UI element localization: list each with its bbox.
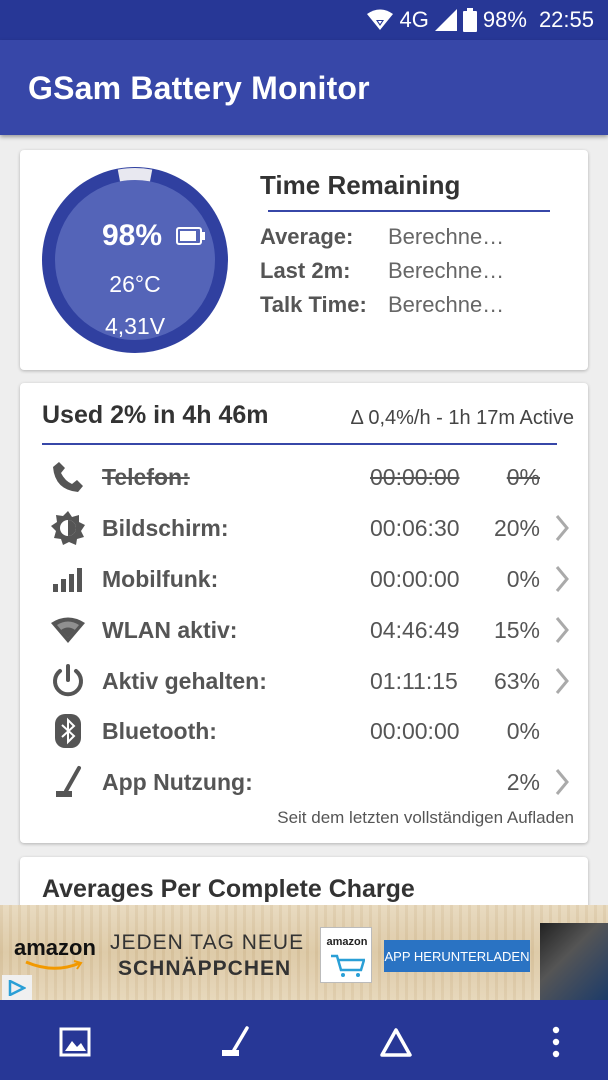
app-title: GSam Battery Monitor [28, 70, 370, 106]
time-remaining-last2m: Last 2m: Berechne… [260, 258, 504, 284]
row-percent: 0% [506, 718, 540, 744]
usage-row-bildschirm[interactable]: Bildschirm: 00:06:30 20% [20, 502, 588, 552]
row-name: App Nutzung: [102, 769, 253, 795]
usage-rate: Δ 0,4%/h - 1h 17m Active [350, 407, 574, 429]
title-divider [268, 210, 550, 212]
network-type: 4G [399, 7, 429, 32]
chevron-right-icon [554, 616, 570, 649]
bluetooth-icon [48, 713, 88, 749]
chevron-right-icon [554, 565, 570, 598]
battery-icon [176, 227, 206, 250]
chevron-right-icon [554, 768, 570, 801]
row-label: Last 2m: [260, 258, 351, 283]
usage-row-wlan[interactable]: WLAN aktiv: 04:46:49 15% [20, 604, 588, 654]
battery-card[interactable]: 98% 26°C 4,31V Time Remaining Average: Be… [20, 150, 588, 370]
wifi-status-icon [366, 8, 394, 32]
amazon-smile-icon [24, 959, 84, 977]
ad-brand-logo: amazon [14, 935, 96, 960]
row-time: 01:11:15 [370, 668, 458, 694]
triangle-icon[interactable] [376, 1022, 416, 1062]
time-remaining-talk-time: Talk Time: Berechne… [260, 292, 504, 318]
ad-product-image [540, 923, 608, 1000]
cell-signal-icon [434, 9, 457, 31]
row-value: Berechne… [388, 292, 505, 317]
screen-brightness-icon [48, 510, 88, 546]
row-percent: 20% [493, 515, 540, 541]
row-time: 00:00:00 [370, 566, 460, 592]
row-value: Berechne… [388, 224, 505, 249]
ad-app-icon: amazon [320, 927, 372, 983]
more-vert-icon[interactable] [536, 1022, 576, 1062]
battery-temperature: 26°C [109, 271, 161, 297]
row-name: Mobilfunk: [102, 566, 219, 592]
battery-percent: 98% [482, 7, 527, 32]
usage-card: Used 2% in 4h 46m Δ 0,4%/h - 1h 17m Acti… [20, 383, 588, 843]
row-time: 04:46:49 [370, 617, 460, 643]
time-remaining-average: Average: Berechne… [260, 224, 504, 250]
chevron-right-icon [554, 514, 570, 547]
usage-title: Used 2% in 4h 46m [42, 401, 269, 429]
app-usage-icon [48, 764, 88, 800]
row-name: Telefon: [102, 464, 190, 490]
ad-headline-1: JEDEN TAG NEUE [110, 931, 305, 954]
row-value: Berechne… [388, 258, 505, 283]
battery-gauge: 98% 26°C 4,31V [42, 167, 228, 353]
usage-footer-note: Seit dem letzten vollständigen Aufladen [277, 808, 574, 827]
ad-download-button[interactable]: APP HERUNTERLADEN [384, 940, 530, 972]
row-time: 00:06:30 [370, 515, 460, 541]
usage-row-app-nutzung[interactable]: App Nutzung: 2% [20, 756, 588, 806]
chevron-right-icon [554, 667, 570, 700]
status-bar: 4G 98% 22:55 [0, 0, 608, 40]
usage-row-mobilfunk[interactable]: Mobilfunk: 00:00:00 0% [20, 553, 588, 603]
ad-choices-icon[interactable] [2, 975, 32, 1000]
power-icon [48, 663, 88, 699]
bottom-nav [0, 1000, 608, 1080]
wifi-icon [48, 612, 88, 648]
row-time: 00:00:00 [370, 718, 460, 744]
app-usage-icon[interactable] [215, 1022, 255, 1062]
row-percent: 0% [506, 464, 540, 490]
signal-bars-icon [48, 561, 88, 597]
usage-row-aktiv-gehalten[interactable]: Aktiv gehalten: 01:11:15 63% [20, 655, 588, 705]
row-percent: 2% [506, 769, 540, 795]
ad-banner[interactable]: amazon JEDEN TAG NEUE SCHNÄPPCHEN amazon… [0, 905, 608, 1000]
time-remaining-title: Time Remaining [260, 170, 461, 200]
row-name: Aktiv gehalten: [102, 668, 267, 694]
phone-icon [48, 459, 88, 495]
row-label: Average: [260, 224, 354, 249]
row-percent: 15% [493, 617, 540, 643]
row-name: Bildschirm: [102, 515, 229, 541]
title-divider [42, 443, 557, 445]
image-icon[interactable] [55, 1022, 95, 1062]
clock: 22:55 [538, 7, 594, 32]
row-name: WLAN aktiv: [102, 617, 238, 643]
row-time: 00:00:00 [370, 464, 460, 490]
ad-app-icon-label: amazon [326, 936, 368, 948]
app-bar: GSam Battery Monitor [0, 40, 608, 135]
averages-title: Averages Per Complete Charge [42, 875, 415, 903]
battery-voltage: 4,31V [104, 313, 166, 339]
row-label: Talk Time: [260, 292, 367, 317]
battery-status-icon [462, 8, 477, 32]
row-percent: 0% [506, 566, 540, 592]
usage-row-telefon[interactable]: Telefon: 00:00:00 0% [20, 451, 588, 501]
usage-row-bluetooth[interactable]: Bluetooth: 00:00:00 0% [20, 705, 588, 755]
ad-headline-2: SCHNÄPPCHEN [118, 957, 292, 980]
row-name: Bluetooth: [102, 718, 217, 744]
row-percent: 63% [493, 668, 540, 694]
battery-level-text: 98% [102, 219, 163, 252]
